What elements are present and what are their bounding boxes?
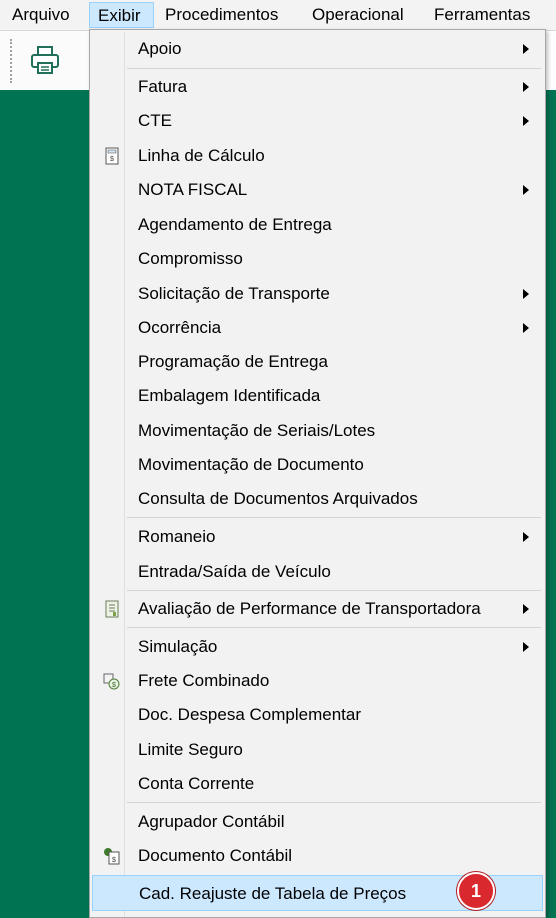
menu-item-movimentacao-de-documento[interactable]: Movimentação de Documento [92, 448, 543, 482]
menu-item-label: Movimentação de Documento [138, 455, 364, 474]
menu-item-label: Cad. Reajuste de Tabela de Preços [139, 884, 407, 903]
submenu-arrow-icon [523, 116, 529, 126]
menu-item-nota-fiscal[interactable]: NOTA FISCAL [92, 173, 543, 207]
submenu-arrow-icon [523, 185, 529, 195]
menu-item-cad-reajuste-tabela-precos[interactable]: Cad. Reajuste de Tabela de Preços 1 [92, 872, 543, 911]
menu-item-label: Entrada/Saída de Veículo [138, 562, 331, 581]
menu-item-agendamento-de-entrega[interactable]: Agendamento de Entrega [92, 208, 543, 242]
menu-separator [127, 517, 541, 518]
submenu-arrow-icon [523, 604, 529, 614]
step-number-badge: 1 [457, 872, 495, 910]
menu-item-doc-despesa-complementar[interactable]: Doc. Despesa Complementar [92, 698, 543, 732]
submenu-arrow-icon [523, 532, 529, 542]
menu-item-simulacao[interactable]: Simulação [92, 630, 543, 664]
menu-item-label: Documento Contábil [138, 846, 293, 865]
menu-item-consulta-de-documentos-arquivados[interactable]: Consulta de Documentos Arquivados [92, 482, 543, 516]
menu-item-label: Apoio [138, 39, 182, 58]
menu-item-label: Conta Corrente [138, 774, 255, 793]
menu-item-avaliacao-de-performance[interactable]: Avaliação de Performance de Transportado… [92, 592, 543, 626]
menu-item-label: Solicitação de Transporte [138, 284, 330, 303]
exibir-dropdown-menu: Apoio Fatura CTE $ Linha de Cálculo NOTA… [89, 29, 546, 918]
menu-item-label: Frete Combinado [138, 671, 270, 690]
menu-operacional[interactable]: Operacional [304, 2, 412, 28]
menu-item-apoio[interactable]: Apoio [92, 32, 543, 66]
menu-separator [127, 68, 541, 69]
menu-item-cte[interactable]: CTE [92, 104, 543, 138]
menu-item-romaneio[interactable]: Romaneio [92, 520, 543, 554]
menu-item-compromisso[interactable]: Compromisso [92, 242, 543, 276]
svg-text:$: $ [112, 857, 116, 864]
menu-bar: Arquivo Exibir Procedimentos Operacional… [0, 0, 556, 31]
submenu-arrow-icon [523, 642, 529, 652]
print-icon[interactable] [28, 43, 62, 77]
menu-arquivo[interactable]: Arquivo [4, 2, 78, 28]
menu-item-ocorrencia[interactable]: Ocorrência [92, 311, 543, 345]
menu-item-entrada-saida-de-veiculo[interactable]: Entrada/Saída de Veículo [92, 555, 543, 589]
toolbar [0, 31, 92, 89]
menu-item-label: CTE [138, 111, 172, 130]
menu-item-documento-contabil[interactable]: $ Documento Contábil [92, 839, 543, 873]
svg-text:$: $ [110, 156, 114, 163]
menu-item-label: Linha de Cálculo [138, 146, 265, 165]
menu-ferramentas[interactable]: Ferramentas [426, 2, 538, 28]
menu-item-label: Avaliação de Performance de Transportado… [138, 599, 481, 618]
svg-text:$: $ [112, 682, 116, 689]
menu-separator [127, 802, 541, 803]
submenu-arrow-icon [523, 82, 529, 92]
menu-item-programacao-de-entrega[interactable]: Programação de Entrega [92, 345, 543, 379]
menu-item-label: Movimentação de Seriais/Lotes [138, 421, 376, 440]
menu-item-movimentacao-de-seriais-lotes[interactable]: Movimentação de Seriais/Lotes [92, 414, 543, 448]
menu-item-fatura[interactable]: Fatura [92, 70, 543, 104]
menu-item-label: Simulação [138, 637, 218, 656]
menu-item-agrupador-contabil[interactable]: Agrupador Contábil [92, 805, 543, 839]
menu-item-label: Fatura [138, 77, 188, 96]
menu-item-label: Programação de Entrega [138, 352, 328, 371]
menu-item-label: Doc. Despesa Complementar [138, 705, 361, 724]
menu-item-conta-corrente[interactable]: Conta Corrente [92, 767, 543, 801]
menu-separator [127, 627, 541, 628]
menu-item-label: Compromisso [138, 249, 243, 268]
calculator-sheet-icon: $ [105, 147, 119, 165]
menu-item-limite-seguro[interactable]: Limite Seguro [92, 733, 543, 767]
menu-item-linha-de-calculo[interactable]: $ Linha de Cálculo [92, 139, 543, 173]
menu-item-solicitacao-de-transporte[interactable]: Solicitação de Transporte [92, 277, 543, 311]
submenu-arrow-icon [523, 44, 529, 54]
toolbar-grip[interactable] [10, 39, 12, 83]
menu-exibir[interactable]: Exibir [89, 2, 154, 28]
menu-separator [127, 590, 541, 591]
menu-item-label: NOTA FISCAL [138, 180, 248, 199]
menu-item-frete-combinado[interactable]: $ Frete Combinado [92, 664, 543, 698]
menu-item-label: Consulta de Documentos Arquivados [138, 489, 418, 508]
menu-item-label: Romaneio [138, 527, 216, 546]
menu-procedimentos[interactable]: Procedimentos [157, 2, 286, 28]
menu-item-label: Embalagem Identificada [138, 386, 321, 405]
combined-freight-icon: $ [103, 673, 120, 690]
menu-item-label: Limite Seguro [138, 740, 243, 759]
menu-item-label: Agendamento de Entrega [138, 215, 332, 234]
submenu-arrow-icon [523, 323, 529, 333]
menu-item-label: Ocorrência [138, 318, 222, 337]
report-icon [105, 600, 119, 618]
menu-item-embalagem-identificada[interactable]: Embalagem Identificada [92, 379, 543, 413]
menu-item-label: Agrupador Contábil [138, 812, 285, 831]
submenu-arrow-icon [523, 289, 529, 299]
accounting-document-icon: $ [104, 848, 120, 865]
